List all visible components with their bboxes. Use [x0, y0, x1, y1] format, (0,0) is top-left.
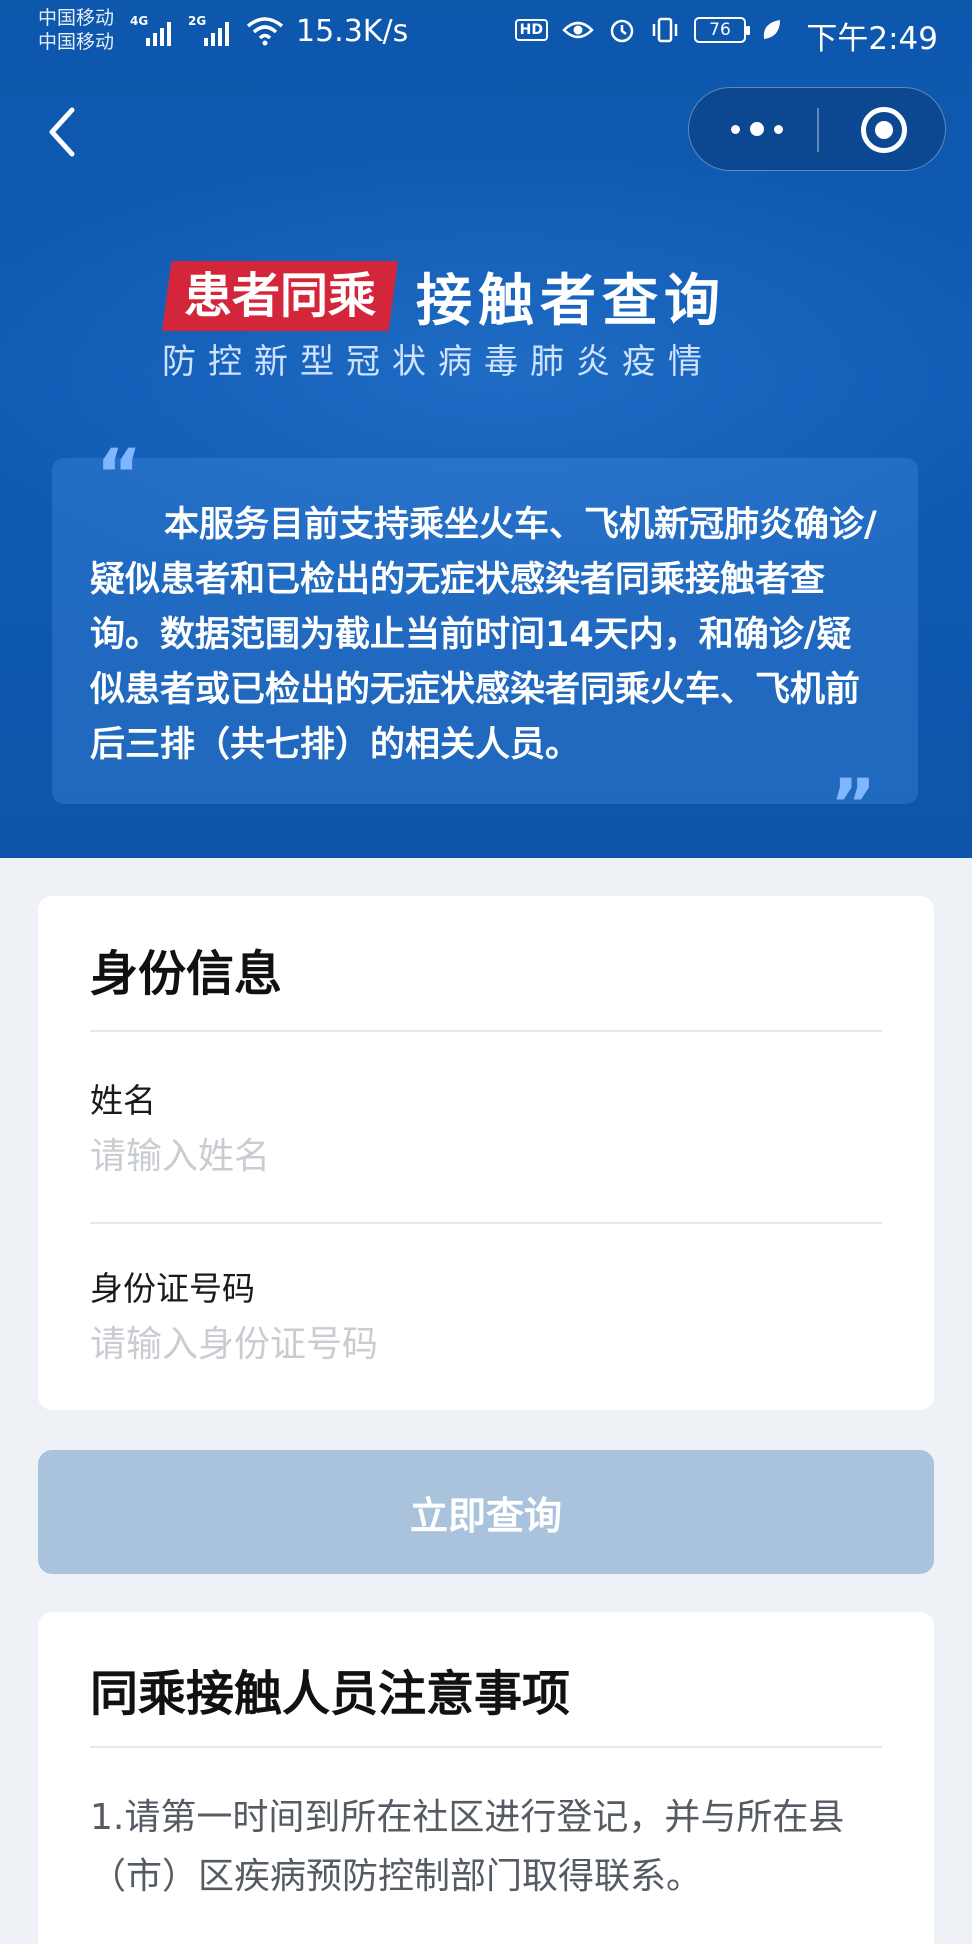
title-main: 接触者查询 — [416, 268, 727, 334]
network-1: 4G — [130, 14, 149, 28]
back-arrow-icon[interactable] — [42, 104, 82, 160]
miniprogram-capsule — [688, 87, 946, 171]
notes-item: 1.请第一时间到所在社区进行登记，并与所在县（市）区疾病预防控制部门取得联系。 — [90, 1797, 845, 1897]
title-badge: 患者同乘 — [162, 261, 399, 331]
name-label: 姓名 — [90, 1081, 156, 1120]
signal-4g-icon: 4G — [130, 14, 171, 46]
divider — [90, 1030, 882, 1032]
id-number-label: 身份证号码 — [90, 1269, 255, 1308]
vibrate-icon — [652, 17, 678, 43]
identity-section-title: 身份信息 — [90, 946, 283, 1002]
id-number-input[interactable] — [90, 1316, 880, 1372]
eye-icon — [562, 21, 594, 39]
network-speed: 15.3K/s — [296, 14, 409, 49]
more-options-icon[interactable] — [731, 122, 783, 136]
close-miniprogram-icon[interactable] — [861, 107, 907, 153]
query-button[interactable]: 立即查询 — [38, 1450, 934, 1574]
alarm-icon — [610, 19, 634, 43]
notes-section-title: 同乘接触人员注意事项 — [90, 1666, 571, 1722]
page-subtitle: 防控新型冠状病毒肺炎疫情 — [162, 342, 714, 382]
divider — [90, 1746, 882, 1748]
name-input[interactable] — [90, 1128, 880, 1184]
carrier-2: 中国移动 — [38, 31, 115, 53]
wifi-icon — [246, 17, 284, 46]
battery-icon: 76 — [694, 17, 750, 43]
status-bar: 中国移动 中国移动 4G 2G 15.3K/s HD 76 下午2:49 — [0, 0, 972, 68]
leaf-icon — [763, 20, 780, 39]
capsule-divider — [817, 108, 819, 152]
network-2: 2G — [188, 14, 207, 28]
identity-form-card: 身份信息 姓名 身份证号码 — [38, 896, 934, 1410]
signal-2g-icon: 2G — [188, 14, 229, 46]
hd-icon: HD — [514, 19, 548, 41]
clock: 下午2:49 — [806, 21, 938, 57]
system-icons: HD 76 — [514, 16, 782, 44]
divider — [90, 1222, 882, 1224]
service-description: 本服务目前支持乘坐火车、飞机新冠肺炎确诊/疑似患者和已检出的无症状感染者同乘接触… — [90, 505, 877, 765]
carrier-names: 中国移动 中国移动 — [38, 6, 114, 54]
notes-card: 同乘接触人员注意事项 1.请第一时间到所在社区进行登记，并与所在县（市）区疾病预… — [38, 1612, 934, 1944]
carrier-1: 中国移动 — [38, 7, 115, 29]
page-title: 患者同乘 接触者查询 — [162, 256, 726, 336]
close-quote-icon: ” — [830, 764, 877, 846]
